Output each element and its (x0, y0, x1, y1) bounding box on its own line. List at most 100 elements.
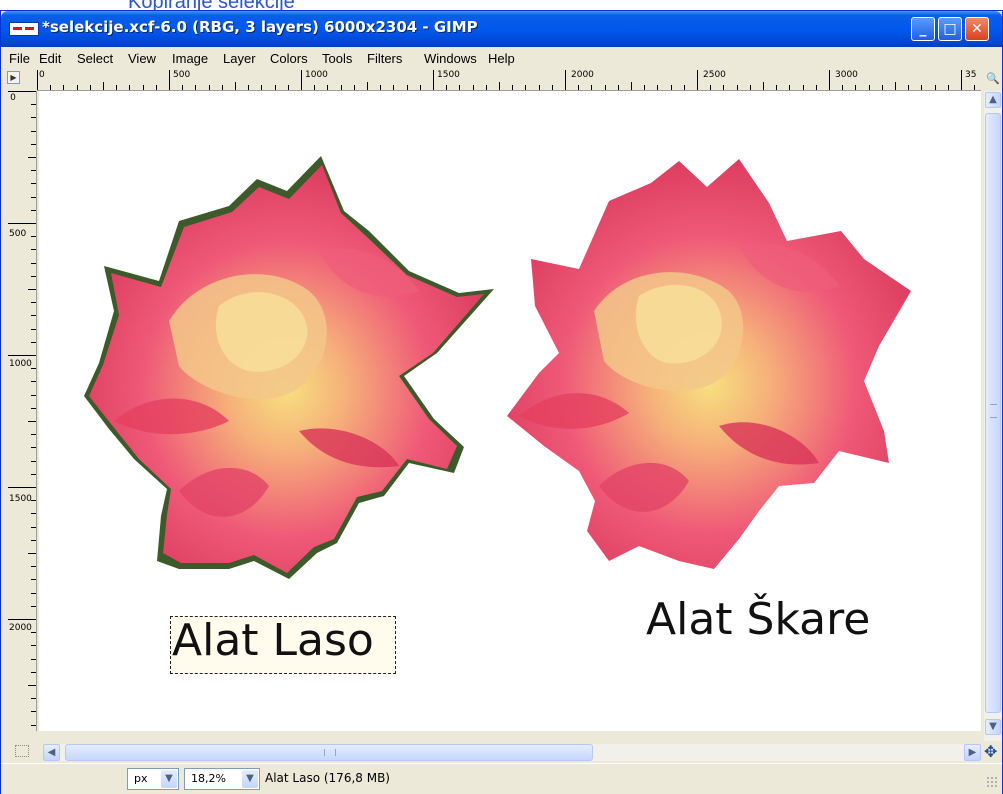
horizontal-scroll-thumb[interactable] (65, 744, 593, 761)
vertical-ruler[interactable]: 0 500 1000 1500 2000 (7, 91, 37, 731)
ruler-tick (855, 85, 856, 90)
ruler-tick (8, 355, 36, 356)
scroll-up-arrow-icon[interactable]: ▲ (985, 92, 1001, 108)
ruler-tick (31, 117, 36, 118)
ruler-tick (31, 447, 36, 448)
ruler-tick (31, 249, 36, 250)
ruler-tick (354, 85, 355, 90)
ruler-label-0: 0 (39, 70, 45, 80)
gimp-app-icon (9, 22, 39, 36)
rose-lasso (84, 156, 494, 579)
ruler-tick (182, 85, 183, 90)
caption-alat-skare: Alat Škare (646, 594, 871, 645)
menu-edit[interactable]: Edit (39, 51, 61, 66)
ruler-tick (235, 82, 236, 90)
menu-windows[interactable]: Windows (424, 51, 477, 66)
chevron-down-icon[interactable]: ▼ (161, 770, 177, 788)
ruler-tick (591, 85, 592, 90)
ruler-tick (288, 85, 289, 90)
ruler-tick (103, 82, 104, 90)
menu-filters[interactable]: Filters (367, 51, 402, 66)
menu-tools[interactable]: Tools (322, 51, 352, 66)
ruler-tick (31, 645, 36, 646)
ruler-tick (921, 85, 922, 90)
ruler-tick (644, 85, 645, 90)
ruler-tick (882, 85, 883, 90)
ruler-tick (77, 85, 78, 90)
menu-colors[interactable]: Colors (270, 51, 308, 66)
vertical-scroll-thumb[interactable] (985, 113, 1001, 713)
ruler-tick (552, 85, 553, 90)
title-bar[interactable]: *selekcije.xcf-6.0 (RBG, 3 layers) 6000x… (1, 11, 1002, 47)
resize-grip-icon[interactable] (986, 776, 998, 788)
chevron-down-icon[interactable]: ▼ (242, 770, 258, 788)
menu-image[interactable]: Image (172, 51, 208, 66)
minimize-button[interactable]: _ (911, 17, 935, 41)
ruler-tick (31, 131, 36, 132)
ruler-tick (31, 381, 36, 382)
menu-select[interactable]: Select (77, 51, 113, 66)
ruler-tick (31, 579, 36, 580)
quick-mask-toggle-icon[interactable] (15, 745, 29, 757)
ruler-tick (31, 210, 36, 211)
ruler-tick (156, 85, 157, 90)
ruler-label-35: 35 (965, 70, 977, 80)
scroll-left-arrow-icon[interactable]: ◀ (43, 744, 60, 761)
ruler-tick (737, 85, 738, 90)
horizontal-ruler[interactable]: ▶ 0 500 1000 1500 2000 2500 3000 35 🔍 (1, 69, 1002, 91)
ruler-tick (209, 85, 210, 90)
navigate-cross-icon[interactable]: ✥ (984, 742, 997, 761)
zoom-magnifier-icon[interactable]: 🔍 (986, 72, 1000, 85)
ruler-label-2500: 2500 (703, 70, 726, 80)
ruler-tick (37, 70, 38, 90)
ruler-tick (63, 85, 64, 90)
ruler-tick (908, 85, 909, 90)
status-message: Alat Laso (176,8 MB) (265, 771, 390, 785)
ruler-label-1000: 1000 (305, 70, 328, 80)
ruler-tick (407, 85, 408, 90)
ruler-tick (31, 302, 36, 303)
vruler-label-1500: 1500 (9, 494, 32, 504)
horizontal-scrollbar[interactable]: ◀ ▶ (43, 744, 981, 761)
zoom-dropdown[interactable]: 18,2% ▼ (184, 768, 260, 790)
ruler-tick (750, 85, 751, 90)
ruler-tick (499, 82, 500, 90)
ruler-tick (380, 85, 381, 90)
ruler-tick (8, 487, 36, 488)
ruler-tick (195, 85, 196, 90)
menu-file[interactable]: File (9, 51, 30, 66)
vertical-scrollbar[interactable]: ▲ ▼ (984, 91, 1002, 741)
ruler-tick (28, 553, 36, 554)
ruler-tick (90, 85, 91, 90)
vruler-label-0: 0 (10, 93, 16, 103)
ruler-tick (31, 500, 36, 501)
ruler-tick (684, 85, 685, 90)
ruler-tick (129, 85, 130, 90)
ruler-tick (116, 85, 117, 90)
scroll-right-arrow-icon[interactable]: ▶ (964, 744, 981, 761)
quick-mask-menu-icon[interactable]: ▶ (7, 71, 20, 84)
ruler-tick (8, 619, 36, 620)
ruler-tick (222, 85, 223, 90)
ruler-label-2000: 2000 (571, 70, 594, 80)
maximize-button[interactable]: □ (938, 17, 962, 41)
unit-dropdown[interactable]: px ▼ (127, 768, 179, 790)
menu-help[interactable]: Help (488, 51, 515, 66)
menu-layer[interactable]: Layer (223, 51, 256, 66)
window-title: *selekcije.xcf-6.0 (RBG, 3 layers) 6000x… (42, 18, 478, 36)
ruler-tick (31, 540, 36, 541)
horizontal-scroll-row: ◀ ▶ ✥ (1, 741, 1002, 763)
ruler-tick (816, 85, 817, 90)
ruler-tick (446, 85, 447, 90)
ruler-tick (657, 85, 658, 90)
menu-bar: File Edit Select View Image Layer Colors… (1, 47, 1002, 69)
close-button[interactable]: ✕ (965, 17, 989, 41)
ruler-label-1500: 1500 (437, 70, 460, 80)
ruler-tick (28, 289, 36, 290)
vruler-label-2000: 2000 (9, 623, 32, 633)
ruler-tick (565, 70, 566, 90)
menu-view[interactable]: View (128, 51, 156, 66)
scroll-down-arrow-icon[interactable]: ▼ (985, 719, 1001, 735)
ruler-tick (631, 82, 632, 90)
ruler-tick (948, 85, 949, 90)
